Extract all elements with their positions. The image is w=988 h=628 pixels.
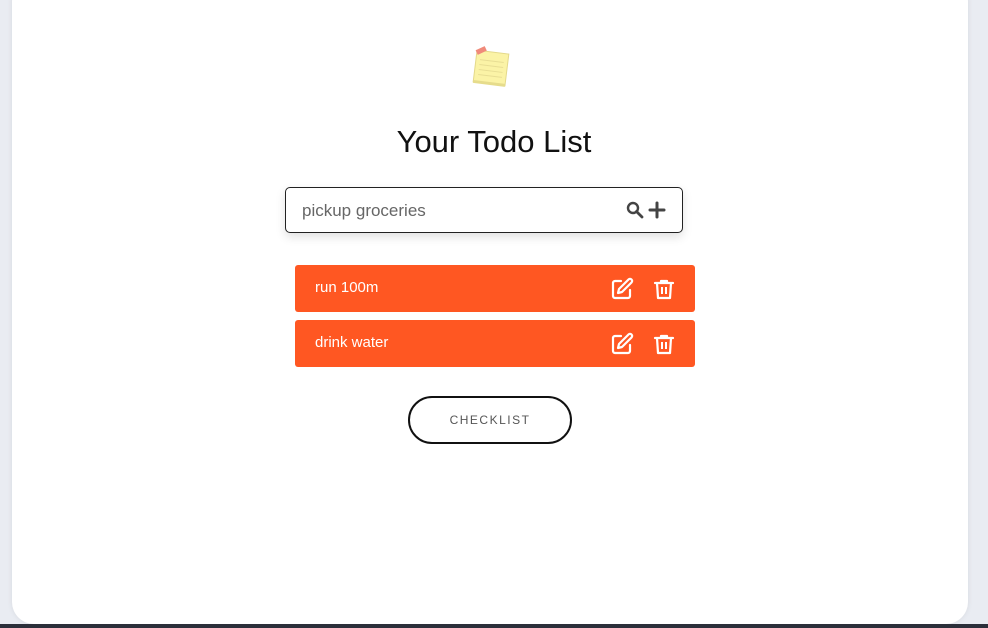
todo-input-box: [285, 187, 683, 234]
taskbar-strip: [0, 624, 988, 628]
checklist-button-label: CHECKLIST: [449, 413, 531, 427]
todo-item-label: run 100m: [315, 279, 379, 296]
trash-icon[interactable]: [652, 332, 676, 356]
trash-icon[interactable]: [652, 277, 676, 301]
edit-icon[interactable]: [610, 277, 634, 301]
todo-item: drink water: [295, 320, 695, 367]
todo-input[interactable]: [300, 188, 614, 234]
checklist-button[interactable]: CHECKLIST: [408, 396, 572, 444]
main-card: [12, 0, 968, 624]
page-title: Your Todo List: [396, 124, 592, 159]
todo-item-label: drink water: [315, 334, 389, 351]
edit-icon[interactable]: [610, 332, 634, 356]
todo-item: run 100m: [295, 265, 695, 312]
sticky-note-icon: [472, 46, 510, 87]
search-icon[interactable]: [626, 201, 644, 219]
plus-icon[interactable]: [648, 201, 666, 219]
